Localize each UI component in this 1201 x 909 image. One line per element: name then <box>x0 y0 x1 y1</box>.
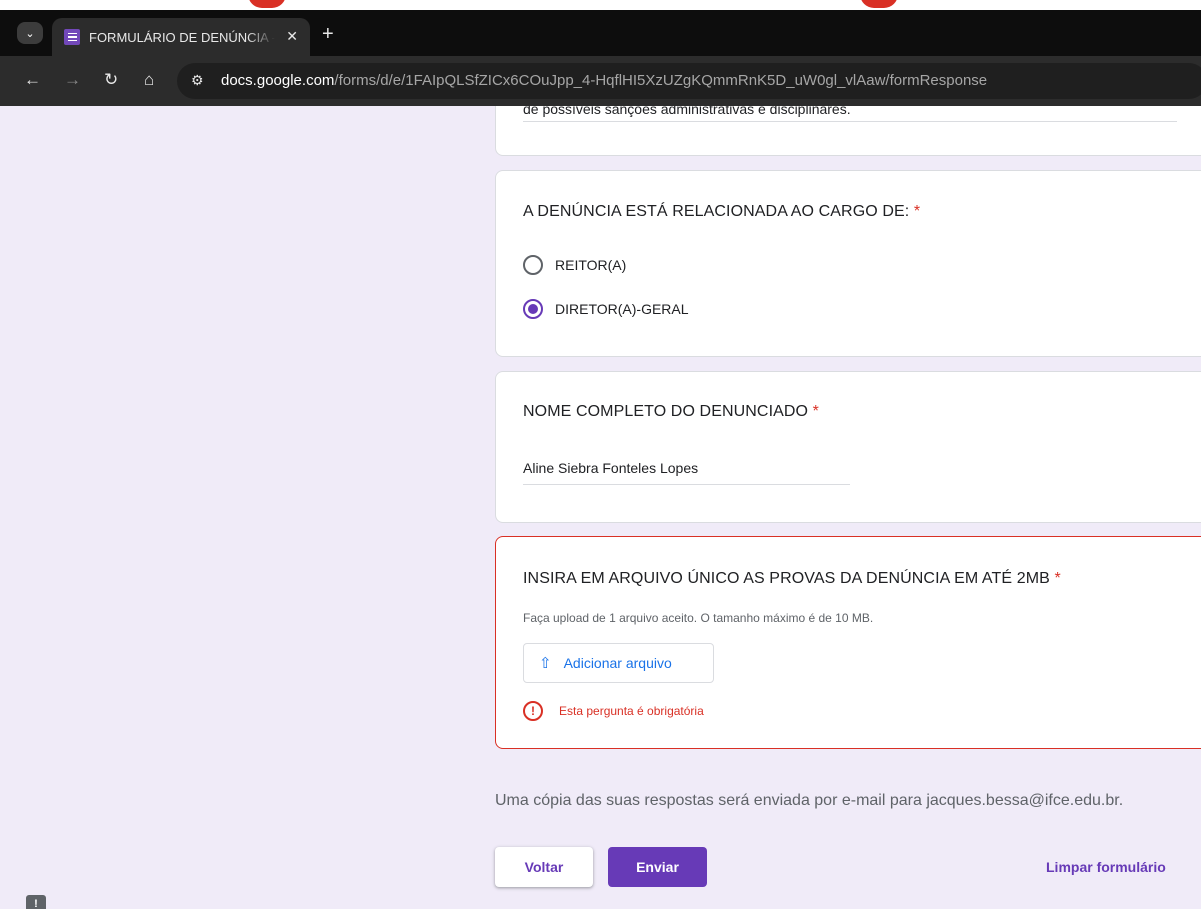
question-title: INSIRA EM ARQUIVO ÚNICO AS PROVAS DA DEN… <box>523 570 1061 588</box>
url-host: docs.google.com <box>221 72 335 89</box>
browser-tab[interactable]: FORMULÁRIO DE DENÚNCIA - IFCE ✕ <box>52 18 310 56</box>
submit-button[interactable]: Enviar <box>608 847 707 887</box>
divider <box>523 121 1177 122</box>
clear-form-link[interactable]: Limpar formulário <box>1046 859 1166 875</box>
url-path: /forms/d/e/1FAIpQLSfZICx6COuJpp_4-HqflHI… <box>334 72 988 89</box>
report-issue-icon[interactable]: ! <box>26 895 46 909</box>
google-forms-icon <box>64 29 80 45</box>
header-decoration <box>860 0 898 8</box>
add-file-label: Adicionar arquivo <box>563 655 672 671</box>
required-mark: * <box>1054 570 1061 587</box>
radio-circle-icon[interactable] <box>523 255 543 275</box>
browser-tab-strip: ⌄ FORMULÁRIO DE DENÚNCIA - IFCE ✕ + <box>0 10 1201 56</box>
chevron-down-icon: ⌄ <box>25 27 35 40</box>
previous-question-card: de possíveis sanções administrativas e d… <box>495 106 1201 156</box>
url-text: docs.google.com/forms/d/e/1FAIpQLSfZICx6… <box>221 72 987 89</box>
back-arrow-icon[interactable]: ← <box>24 70 41 90</box>
page-header-strip <box>0 0 1201 10</box>
error-icon: ! <box>523 701 543 721</box>
add-file-button[interactable]: ⇧ Adicionar arquivo <box>523 643 714 683</box>
tab-title: FORMULÁRIO DE DENÚNCIA - IFCE <box>89 29 275 45</box>
error-text: Esta pergunta é obrigatória <box>559 704 704 718</box>
radio-option-reitor[interactable]: REITOR(A) <box>523 255 626 275</box>
name-answer-input[interactable]: Aline Siebra Fonteles Lopes <box>523 460 850 485</box>
question-text: INSIRA EM ARQUIVO ÚNICO AS PROVAS DA DEN… <box>523 570 1050 587</box>
previous-card-text: de possíveis sanções administrativas e d… <box>523 106 851 117</box>
close-icon[interactable]: ✕ <box>286 28 298 45</box>
upload-hint: Faça upload de 1 arquivo aceito. O taman… <box>523 611 874 625</box>
back-button[interactable]: Voltar <box>495 847 593 887</box>
question-card-nome: NOME COMPLETO DO DENUNCIADO * Aline Sieb… <box>495 371 1201 523</box>
question-title: A DENÚNCIA ESTÁ RELACIONADA AO CARGO DE:… <box>523 203 920 221</box>
question-card-arquivo: INSIRA EM ARQUIVO ÚNICO AS PROVAS DA DEN… <box>495 536 1201 749</box>
address-bar[interactable]: ⚙ docs.google.com/forms/d/e/1FAIpQLSfZIC… <box>177 63 1201 99</box>
question-title: NOME COMPLETO DO DENUNCIADO * <box>523 403 819 421</box>
header-decoration <box>248 0 286 8</box>
error-message: ! Esta pergunta é obrigatória <box>523 701 704 721</box>
radio-label: DIRETOR(A)-GERAL <box>555 301 689 317</box>
question-text: A DENÚNCIA ESTÁ RELACIONADA AO CARGO DE: <box>523 203 910 220</box>
forward-arrow-icon[interactable]: → <box>64 70 81 90</box>
tab-search-button[interactable]: ⌄ <box>17 22 43 44</box>
required-mark: * <box>913 203 921 220</box>
question-text: NOME COMPLETO DO DENUNCIADO <box>523 403 809 420</box>
upload-icon: ⇧ <box>539 655 552 672</box>
site-settings-icon[interactable]: ⚙ <box>191 72 204 89</box>
required-mark: * <box>812 403 819 420</box>
radio-option-diretor-geral[interactable]: DIRETOR(A)-GERAL <box>523 299 689 319</box>
question-card-cargo: A DENÚNCIA ESTÁ RELACIONADA AO CARGO DE:… <box>495 170 1201 357</box>
reload-icon[interactable]: ↻ <box>104 70 118 90</box>
home-icon[interactable]: ⌂ <box>144 70 154 90</box>
browser-toolbar: ← → ↻ ⌂ ⚙ docs.google.com/forms/d/e/1FAI… <box>0 56 1201 106</box>
new-tab-button[interactable]: + <box>322 24 334 44</box>
email-copy-note: Uma cópia das suas respostas será enviad… <box>495 792 1124 809</box>
radio-selected-icon[interactable] <box>523 299 543 319</box>
form-page: de possíveis sanções administrativas e d… <box>0 106 1201 909</box>
radio-label: REITOR(A) <box>555 257 627 273</box>
